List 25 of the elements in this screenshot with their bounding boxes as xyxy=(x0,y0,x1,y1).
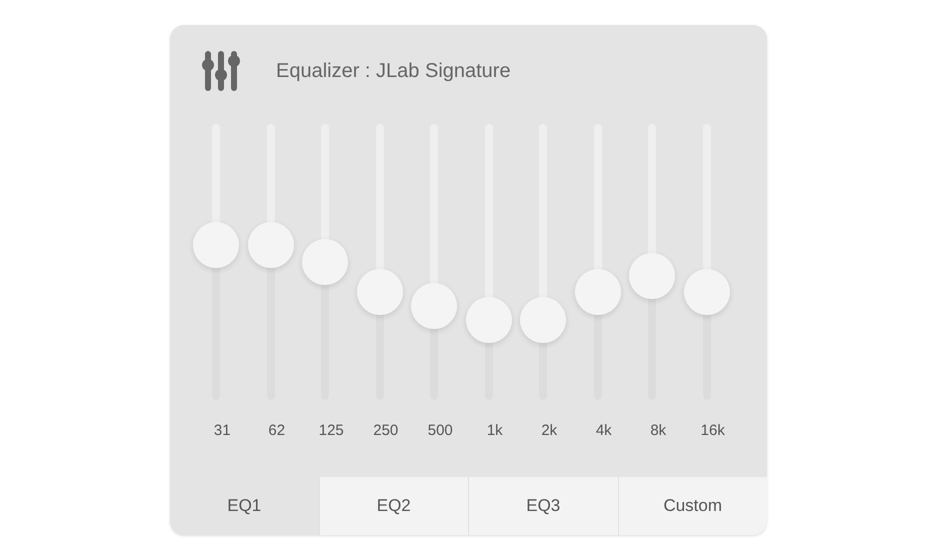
slider-thumb[interactable] xyxy=(193,222,240,268)
frequency-label: 4k xyxy=(596,421,612,441)
slider-thumb[interactable] xyxy=(684,269,730,316)
frequency-label: 2k xyxy=(541,421,558,441)
frequency-label: 125 xyxy=(318,421,344,441)
preset-tab[interactable]: EQ2 xyxy=(318,477,468,535)
slider-thumb[interactable] xyxy=(356,269,403,316)
slider-thumb[interactable] xyxy=(411,283,458,330)
equalizer-title: Equalizer : JLab Signature xyxy=(276,59,511,84)
slider-thumb[interactable] xyxy=(302,239,348,285)
preset-tab[interactable]: EQ3 xyxy=(468,477,618,535)
frequency-label: 250 xyxy=(373,421,398,441)
slider-thumb[interactable] xyxy=(520,296,566,343)
frequency-label: 31 xyxy=(214,421,231,441)
frequency-label: 1k xyxy=(486,421,503,441)
preset-tab[interactable]: EQ1 xyxy=(170,477,318,535)
frequency-label: 62 xyxy=(268,421,286,441)
slider-thumb[interactable] xyxy=(574,269,621,316)
preset-tab[interactable]: Custom xyxy=(618,477,767,535)
frequency-label: 16k xyxy=(700,421,725,441)
slider-thumb[interactable] xyxy=(629,252,676,299)
frequency-label: 500 xyxy=(428,421,453,441)
slider-thumb[interactable] xyxy=(466,296,512,343)
slider-thumb[interactable] xyxy=(248,222,294,268)
frequency-label: 8k xyxy=(650,421,666,441)
